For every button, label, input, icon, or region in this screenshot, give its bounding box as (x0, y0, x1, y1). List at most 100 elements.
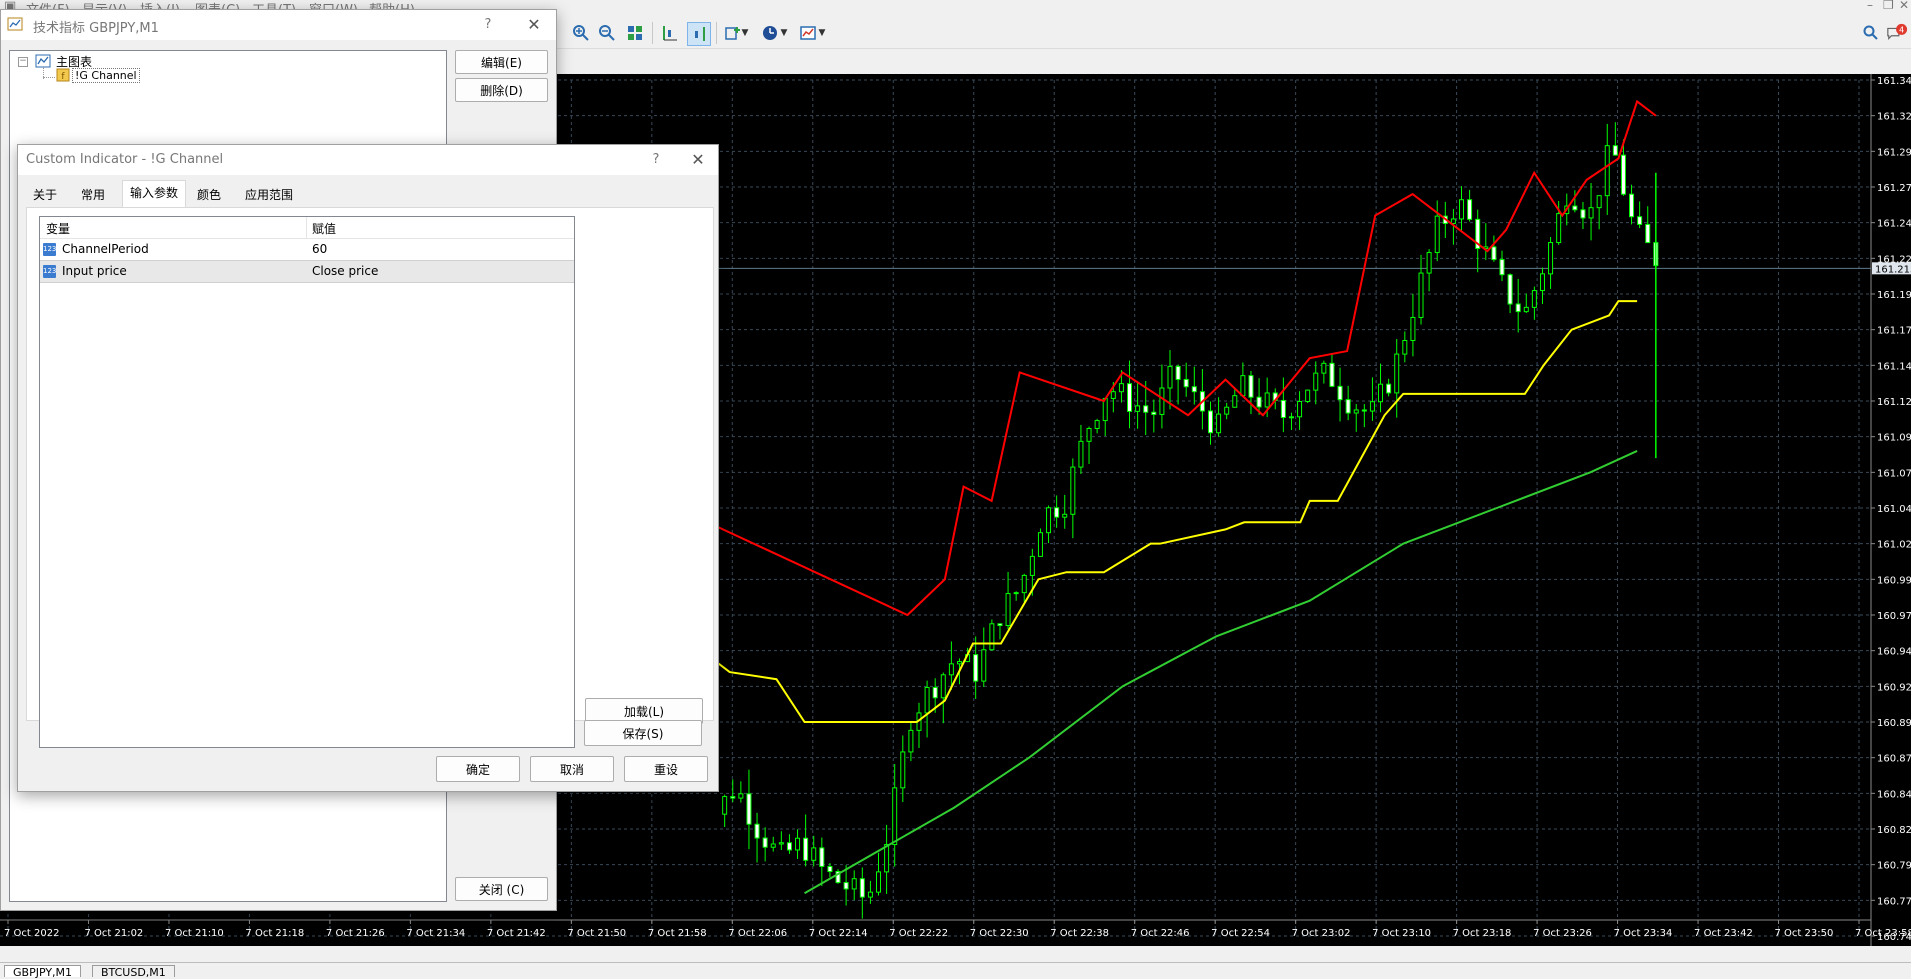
candle-body (1029, 555, 1035, 576)
tile-windows-icon[interactable] (624, 22, 646, 44)
periods-icon[interactable] (759, 22, 781, 44)
tab-btcusd[interactable]: BTCUSD,M1 (92, 965, 175, 979)
param-value[interactable]: Close price (312, 264, 378, 278)
candle-body (1305, 389, 1311, 403)
price-tick-label: 161.195 (1877, 290, 1911, 301)
candle-body (1434, 215, 1440, 254)
tab-strip: 关于 常用 输入参数 颜色 应用范围 (26, 180, 706, 208)
candle-body (1629, 193, 1635, 218)
chart-shift-icon[interactable] (659, 22, 681, 44)
delete-button[interactable]: 删除(D) (455, 78, 548, 102)
chart-tabs: GBPJPY,M1 BTCUSD,M1 (0, 962, 1911, 979)
custom-dialog-title: Custom Indicator - !G Channel (26, 152, 224, 167)
candle-body (1005, 593, 1011, 626)
price-tick-label: 160.920 (1877, 682, 1911, 693)
search-icon[interactable] (1860, 22, 1882, 44)
ok-button[interactable]: 确定 (436, 756, 520, 782)
table-row[interactable]: 123 ChannelPeriod 60 (40, 239, 574, 260)
time-tick-label: 7 Oct 23:02 (1292, 928, 1351, 939)
time-tick-label: 7 Oct 22:46 (1131, 928, 1190, 939)
close-icon[interactable]: ✕ (521, 14, 547, 36)
edit-button[interactable]: 编辑(E) (455, 50, 548, 74)
candle-body (1321, 362, 1327, 374)
candle-body (1604, 145, 1610, 197)
notifications-icon[interactable]: 4 (1886, 22, 1908, 44)
time-tick-label: 7 Oct 21:26 (326, 928, 385, 939)
moving-average-line (804, 450, 1638, 895)
indicators-dropdown-icon[interactable]: ▼ (740, 22, 750, 44)
candle-body (795, 837, 801, 851)
custom-indicator-icon: f (56, 68, 70, 85)
time-tick-label: 7 Oct 21:10 (165, 928, 224, 939)
tree-collapse-icon[interactable]: − (18, 57, 28, 67)
zoom-in-icon[interactable] (570, 22, 592, 44)
save-button[interactable]: 保存(S) (584, 720, 702, 746)
candle-body (924, 686, 930, 714)
tab-about[interactable]: 关于 (26, 183, 64, 207)
candle-body (1467, 199, 1473, 220)
candle-body (1539, 273, 1545, 292)
price-tick-label: 161.345 (1877, 76, 1911, 87)
time-tick-label: 7 Oct 23:34 (1614, 928, 1673, 939)
tab-inputs[interactable]: 输入参数 (122, 180, 187, 208)
lower-channel-line (691, 300, 1638, 723)
price-tick-label: 161.095 (1877, 433, 1911, 444)
candle-body (1580, 209, 1586, 219)
candle-body (778, 842, 784, 845)
candle-body (1224, 406, 1230, 415)
candle-body (1256, 396, 1262, 408)
candle-body (989, 623, 995, 651)
help-icon[interactable]: ? (645, 149, 667, 171)
inputs-table: 变量 赋值 123 ChannelPeriod 60 123 Input pri… (39, 216, 575, 748)
candle-body (1297, 401, 1303, 418)
tab-gbpjpy[interactable]: GBPJPY,M1 (4, 965, 82, 979)
candle-body (1329, 362, 1335, 387)
minimize-icon[interactable]: – (1867, 0, 1873, 12)
candle-body (1450, 218, 1456, 224)
time-tick-label: 7 Oct 22:30 (970, 928, 1029, 939)
templates-icon[interactable] (797, 22, 819, 44)
price-tick-label: 161.245 (1877, 219, 1911, 230)
candle-body (1556, 213, 1562, 244)
bid-price-label: 161.213 (1875, 264, 1911, 275)
candle-body (1135, 405, 1141, 412)
param-value[interactable]: 60 (312, 242, 327, 256)
candle-body (1596, 195, 1602, 209)
reset-button[interactable]: 重设 (624, 756, 708, 782)
tab-common[interactable]: 常用 (74, 183, 112, 207)
autoscroll-icon[interactable] (687, 22, 711, 46)
close-icon[interactable]: ✕ (1899, 0, 1909, 12)
candle-body (1499, 259, 1505, 276)
candle-body (803, 837, 809, 861)
candle-body (1418, 272, 1424, 318)
tree-child-label[interactable]: !G Channel (72, 68, 140, 83)
tab-content: 变量 赋值 123 ChannelPeriod 60 123 Input pri… (26, 207, 714, 748)
candle-body (1369, 401, 1375, 412)
table-row[interactable]: 123 Input price Close price (40, 260, 574, 283)
column-divider[interactable] (306, 217, 307, 238)
close-button[interactable]: 关闭 (C) (455, 877, 548, 901)
candle-body (1402, 339, 1408, 355)
price-tick-label: 160.945 (1877, 647, 1911, 658)
candle-body (1191, 386, 1197, 393)
candle-body (1531, 290, 1537, 308)
candle-body (1313, 372, 1319, 391)
periods-dropdown-icon[interactable]: ▼ (779, 22, 789, 44)
tab-visualization[interactable]: 应用范围 (238, 183, 300, 207)
candle-body (1394, 353, 1400, 394)
time-tick-label: 7 Oct 22:14 (809, 928, 868, 939)
restore-icon[interactable]: ❐ (1883, 0, 1894, 12)
close-icon[interactable]: ✕ (685, 149, 711, 171)
column-value[interactable]: 赋值 (312, 220, 336, 237)
templates-dropdown-icon[interactable]: ▼ (817, 22, 827, 44)
zoom-out-icon[interactable] (596, 22, 618, 44)
price-tick-label: 160.795 (1877, 861, 1911, 872)
price-tick-label: 161.295 (1877, 147, 1911, 158)
table-header: 变量 赋值 (40, 217, 574, 239)
price-tick-label: 160.895 (1877, 718, 1911, 729)
cancel-button[interactable]: 取消 (530, 756, 614, 782)
price-tick-label: 161.070 (1877, 468, 1911, 479)
help-icon[interactable]: ? (477, 14, 499, 36)
column-variable[interactable]: 变量 (46, 220, 70, 237)
tab-colors[interactable]: 颜色 (190, 183, 228, 207)
